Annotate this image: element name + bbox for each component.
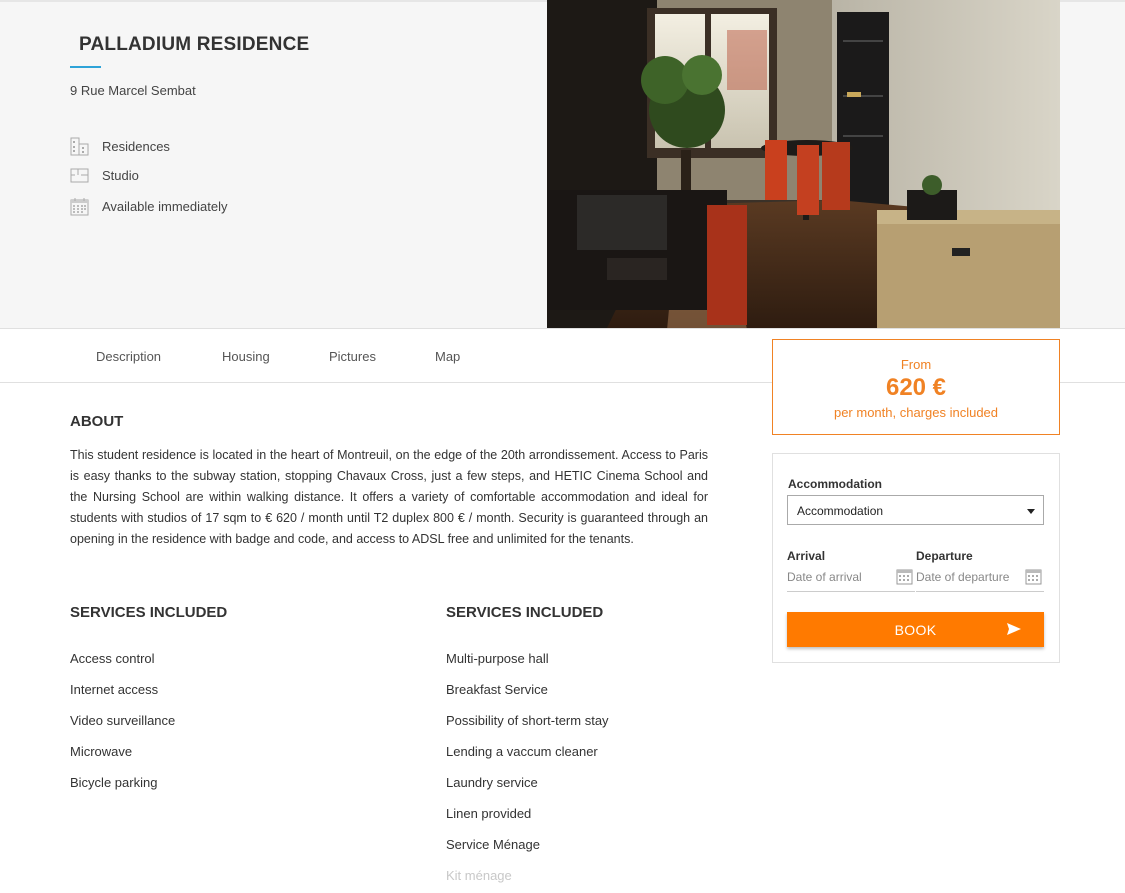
calendar-icon[interactable] bbox=[896, 568, 913, 585]
services-right-heading: SERVICES INCLUDED bbox=[446, 604, 604, 621]
service-item: Possibility of short-term stay bbox=[446, 713, 609, 728]
services-left-heading: SERVICES INCLUDED bbox=[70, 604, 228, 621]
accommodation-select[interactable]: Accommodation bbox=[787, 495, 1044, 525]
price-amount: 620 € bbox=[885, 374, 947, 401]
chevron-down-icon bbox=[1027, 509, 1035, 514]
tab-pictures[interactable]: Pictures bbox=[329, 349, 376, 364]
service-item: Access control bbox=[70, 651, 155, 666]
hero-right-padding bbox=[1060, 2, 1125, 328]
service-item: Breakfast Service bbox=[446, 682, 548, 697]
tab-housing[interactable]: Housing bbox=[222, 349, 270, 364]
title-underline bbox=[70, 66, 101, 68]
feature-label: Available immediately bbox=[102, 199, 228, 214]
building-icon bbox=[70, 137, 89, 156]
service-item: Bicycle parking bbox=[70, 775, 158, 790]
arrival-label: Arrival bbox=[787, 549, 826, 563]
tab-map[interactable]: Map bbox=[435, 349, 460, 364]
service-item: Laundry service bbox=[446, 775, 538, 790]
feature-label: Studio bbox=[102, 168, 139, 183]
residence-photo bbox=[547, 0, 1060, 328]
service-item: Lending a vaccum cleaner bbox=[446, 744, 598, 759]
service-item: Microwave bbox=[70, 744, 133, 759]
send-icon bbox=[1007, 623, 1021, 635]
residence-title: PALLADIUM RESIDENCE bbox=[79, 34, 310, 55]
departure-label: Departure bbox=[916, 549, 973, 563]
accommodation-label: Accommodation bbox=[788, 477, 883, 491]
about-heading: ABOUT bbox=[70, 413, 124, 430]
calendar-icon[interactable] bbox=[1025, 568, 1042, 585]
service-item: Internet access bbox=[70, 682, 159, 697]
feature-label: Residences bbox=[102, 139, 170, 154]
calendar-icon bbox=[70, 198, 89, 216]
service-item: Service Ménage bbox=[446, 837, 540, 852]
service-item: Multi-purpose hall bbox=[446, 651, 549, 666]
residence-address: 9 Rue Marcel Sembat bbox=[70, 83, 196, 98]
book-button[interactable]: BOOK bbox=[787, 612, 1044, 647]
departure-date-field[interactable]: Date of departure bbox=[916, 566, 1044, 592]
about-description: This student residence is located in the… bbox=[70, 448, 708, 546]
service-item: Linen provided bbox=[446, 806, 532, 821]
price-box: From 620 € per month, charges included bbox=[772, 339, 1060, 435]
floorplan-icon bbox=[70, 168, 89, 183]
service-item: Video surveillance bbox=[70, 713, 176, 728]
service-item: Kit ménage bbox=[446, 868, 512, 883]
departure-placeholder: Date of departure bbox=[916, 570, 1010, 584]
accommodation-selected-value: Accommodation bbox=[797, 504, 884, 518]
arrival-placeholder: Date of arrival bbox=[787, 570, 862, 584]
booking-form: Accommodation Accommodation Arrival Depa… bbox=[772, 453, 1060, 663]
price-from-label: From bbox=[900, 357, 932, 372]
price-note: per month, charges included bbox=[833, 405, 999, 420]
arrival-date-field[interactable]: Date of arrival bbox=[787, 566, 915, 592]
tab-description[interactable]: Description bbox=[96, 349, 161, 364]
